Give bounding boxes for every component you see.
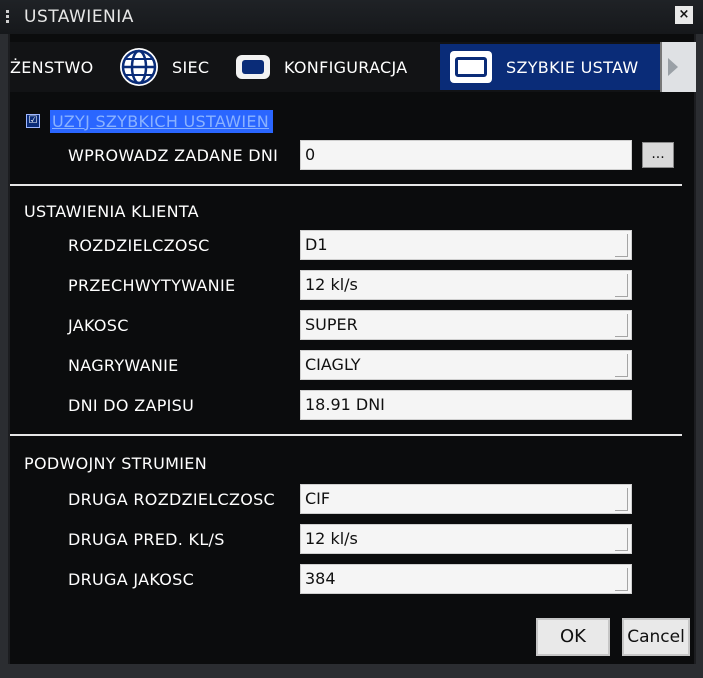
second-resolution-row: DRUGA ROZDZIELCZOSC CIF <box>10 484 694 514</box>
window-title: USTAWIENIA <box>24 7 134 27</box>
globe-icon <box>120 48 158 86</box>
second-fps-row: DRUGA PRED. KL/S 12 kl/s <box>10 524 694 554</box>
capture-select[interactable]: 12 kl/s <box>300 270 632 300</box>
browse-button[interactable]: ... <box>642 142 674 168</box>
second-resolution-label: DRUGA ROZDZIELCZOSC <box>68 490 276 509</box>
record-days-label: DNI DO ZAPISU <box>68 396 195 415</box>
checkbox-label: UZYJ SZYBKICH USTAWIEN <box>50 109 274 133</box>
client-section-title: USTAWIENIA KLIENTA <box>24 202 199 221</box>
folder-search-icon <box>450 51 492 83</box>
resolution-row: ROZDZIELCZOSC D1 <box>10 230 694 260</box>
cancel-button[interactable]: Cancel <box>622 618 690 656</box>
dual-stream-section-title: PODWOJNY STRUMIEN <box>24 454 207 473</box>
capture-row: PRZECHWYTYWANIE 12 kl/s <box>10 270 694 300</box>
dropdown-icon <box>615 314 628 337</box>
second-quality-row: DRUGA JAKOSC 384 <box>10 564 694 594</box>
resolution-label: ROZDZIELCZOSC <box>68 236 210 255</box>
quality-row: JAKOSC SUPER <box>10 310 694 340</box>
divider <box>10 434 682 436</box>
dropdown-icon <box>615 528 628 551</box>
tab-label: SZYBKIE USTAW <box>506 57 639 77</box>
desired-days-row: WPROWADZ ZADANE DNI 0 <box>10 140 694 170</box>
dropdown-icon <box>615 354 628 377</box>
config-icon <box>236 55 270 79</box>
resolution-select[interactable]: D1 <box>300 230 632 260</box>
ok-button[interactable]: OK <box>536 618 610 656</box>
capture-value: 12 kl/s <box>305 275 358 294</box>
quality-select[interactable]: SUPER <box>300 310 632 340</box>
recording-value: CIAGLY <box>305 355 361 374</box>
settings-dialog: ŻENSTWO SIEC KONFIGURACJA SZYBKIE USTAW <box>8 34 696 664</box>
recording-row: NAGRYWANIE CIAGLY <box>10 350 694 380</box>
second-quality-label: DRUGA JAKOSC <box>68 570 195 589</box>
second-fps-value: 12 kl/s <box>305 529 358 548</box>
record-days-value: 18.91 DNI <box>300 390 632 420</box>
tab-label: ŻENSTWO <box>10 57 94 77</box>
resolution-value: D1 <box>305 235 328 254</box>
second-resolution-value: CIF <box>305 489 331 508</box>
use-quick-settings-checkbox[interactable]: ☑ UZYJ SZYBKICH USTAWIEN <box>26 109 274 133</box>
tab-label: SIEC <box>172 57 210 77</box>
tab-konfiguracja[interactable]: KONFIGURACJA <box>236 44 440 90</box>
window-grip-icon <box>6 10 18 24</box>
tab-scroll-right-button[interactable] <box>660 42 696 92</box>
dropdown-icon <box>615 568 628 591</box>
title-bar: USTAWIENIA × <box>0 0 703 34</box>
dropdown-icon <box>615 488 628 511</box>
quality-value: SUPER <box>305 315 358 334</box>
close-button[interactable]: × <box>675 6 693 24</box>
desired-days-label: WPROWADZ ZADANE DNI <box>68 146 279 165</box>
second-fps-label: DRUGA PRED. KL/S <box>68 530 225 549</box>
dropdown-icon <box>615 234 628 257</box>
tab-siec[interactable]: SIEC <box>120 44 230 90</box>
dropdown-icon <box>615 274 628 297</box>
quality-label: JAKOSC <box>68 316 129 335</box>
tab-label: KONFIGURACJA <box>284 57 408 77</box>
second-quality-value: 384 <box>305 569 336 588</box>
record-days-row: DNI DO ZAPISU 18.91 DNI <box>10 390 694 420</box>
capture-label: PRZECHWYTYWANIE <box>68 276 236 295</box>
tab-zenstwo[interactable]: ŻENSTWO <box>10 44 106 90</box>
second-resolution-select[interactable]: CIF <box>300 484 632 514</box>
tab-bar: ŻENSTWO SIEC KONFIGURACJA SZYBKIE USTAW <box>10 42 696 92</box>
tab-szybkie-ustawienia[interactable]: SZYBKIE USTAW <box>440 44 660 90</box>
chevron-right-icon <box>668 58 678 76</box>
recording-select[interactable]: CIAGLY <box>300 350 632 380</box>
desired-days-input[interactable]: 0 <box>300 140 632 170</box>
second-quality-select[interactable]: 384 <box>300 564 632 594</box>
divider <box>10 184 682 186</box>
second-fps-select[interactable]: 12 kl/s <box>300 524 632 554</box>
checkbox-icon: ☑ <box>26 114 40 128</box>
recording-label: NAGRYWANIE <box>68 356 179 375</box>
